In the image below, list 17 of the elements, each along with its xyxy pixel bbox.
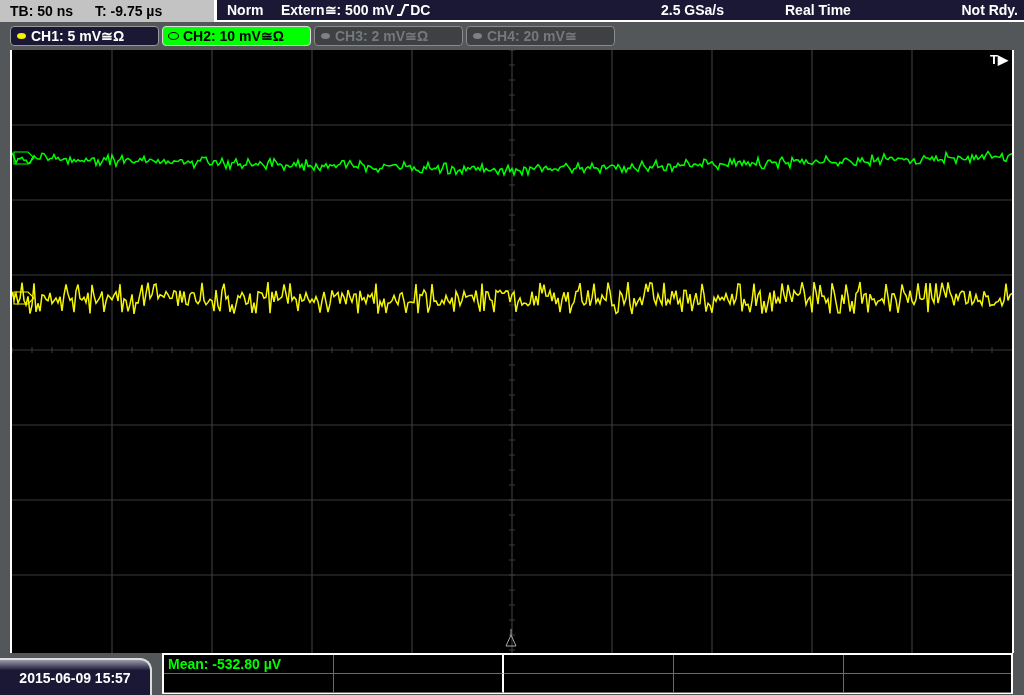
acquisition-mode: Real Time (785, 2, 852, 18)
date-time: 2015-06-09 15:57 (19, 669, 131, 686)
channel-marker-icon (13, 291, 35, 305)
channel-tab[interactable]: CH2: 10 mV≅Ω (162, 26, 311, 46)
sample-rate: 2.5 GSa/s (661, 2, 726, 18)
trigger-marker: T▶ (990, 52, 1008, 67)
timebase-readout: TB: 50 ns (10, 3, 73, 19)
channel-marker-icon (13, 151, 35, 165)
rising-edge-icon (397, 3, 410, 17)
trigger-source: Extern≅: 500 mV (281, 2, 395, 18)
measurement-cell: Mean: -532.80 µV (164, 655, 334, 674)
trigger-coupling: DC (410, 2, 431, 18)
trigger-position-icon (505, 628, 517, 647)
status-readout: Not Rdy. (961, 2, 1018, 18)
channel-tab[interactable]: CH1: 5 mV≅Ω (10, 26, 159, 46)
trigger-mode: Norm (227, 2, 265, 18)
trigger-time-readout: T: -9.75 µs (95, 3, 163, 19)
